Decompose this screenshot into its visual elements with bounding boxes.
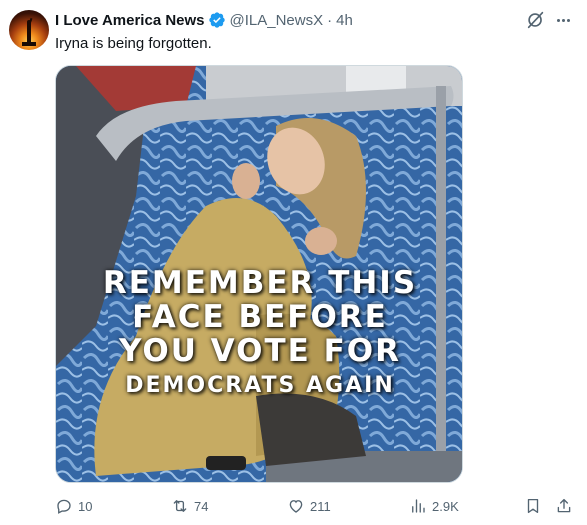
like-count: 211 [310, 498, 331, 514]
retweet-count: 74 [194, 498, 209, 514]
separator-dot: · [327, 11, 333, 29]
views-count: 2.9K [432, 498, 459, 514]
bookmark-icon [527, 498, 539, 514]
retweet-icon [173, 500, 187, 512]
media-overlay-text: REMEMBER THIS FACE BEFORE YOU VOTE FOR D… [56, 265, 462, 402]
tweet-text: Iryna is being forgotten. [55, 35, 212, 52]
tweet-media-image[interactable]: REMEMBER THIS FACE BEFORE YOU VOTE FOR D… [55, 65, 463, 483]
grok-icon[interactable] [525, 9, 547, 31]
overlay-line-3: YOU VOTE FOR [119, 333, 401, 369]
overlay-line-2: FACE BEFORE [132, 299, 388, 335]
author-name[interactable]: I Love America News [55, 12, 205, 29]
tweet-actions: 10 74 211 2.9K [55, 495, 580, 517]
statue-base [22, 42, 36, 46]
retweet-button[interactable]: 74 [171, 495, 208, 517]
avatar[interactable] [9, 10, 49, 50]
bookmark-button[interactable] [524, 495, 547, 517]
reply-icon [57, 499, 71, 514]
overlay-line-4: DEMOCRATS AGAIN [125, 373, 395, 398]
more-icon[interactable] [552, 9, 574, 31]
author-handle[interactable]: @ILA_NewsX [230, 12, 324, 29]
like-button[interactable]: 211 [287, 495, 331, 517]
timestamp[interactable]: 4h [336, 12, 353, 29]
reply-button[interactable]: 10 [55, 495, 92, 517]
views-button[interactable]: 2.9K [409, 495, 459, 517]
reply-count: 10 [78, 498, 93, 514]
verified-badge-icon [208, 11, 226, 29]
views-icon [412, 499, 425, 513]
share-button[interactable] [555, 495, 578, 517]
share-icon [557, 498, 571, 513]
overlay-line-1: REMEMBER THIS [102, 265, 418, 301]
tweet-header: I Love America News @ILA_NewsX · 4h [55, 10, 353, 30]
like-icon [289, 500, 303, 513]
tweet-card[interactable]: I Love America News @ILA_NewsX · 4h Iryn… [0, 0, 587, 525]
